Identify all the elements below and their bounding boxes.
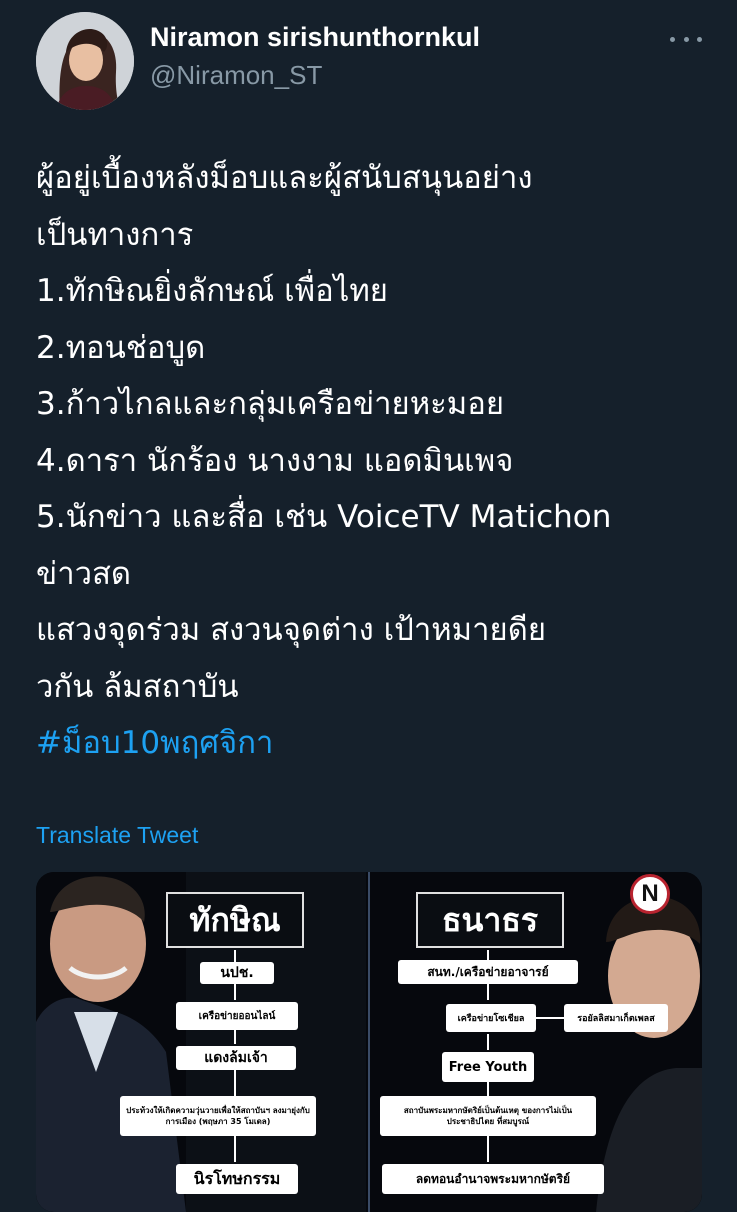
diagram-box: Free Youth xyxy=(442,1052,534,1082)
diagram-box: เครือข่ายออนไลน์ xyxy=(176,1002,298,1030)
tweet-text: ผู้อยู่เบื้องหลังม็อบและผู้สนับสนุนอย่าง… xyxy=(36,150,716,772)
tweet-line: แสวงจุดร่วม สงวนจุดต่าง เป้าหมายดีย xyxy=(36,612,546,648)
diagram-box: นปช. xyxy=(200,962,274,984)
profile-photo xyxy=(36,12,134,110)
infographic-background xyxy=(36,872,702,1212)
diagram-box: สนท./เครือข่ายอาจารย์ xyxy=(398,960,578,984)
author-handle[interactable]: @Niramon_ST xyxy=(150,60,322,91)
tweet-line: 5.นักข่าว และสื่อ เช่น VoiceTV Matichon xyxy=(36,499,612,535)
hashtag-link[interactable]: #ม็อบ10พฤศจิกา xyxy=(36,715,716,772)
diagram-box: รอยัลลิสมาเก็ตเพลส xyxy=(564,1004,668,1032)
diagram-box: นิรโทษกรรม xyxy=(176,1164,298,1194)
tweet-line: ผู้อยู่เบื้องหลังม็อบและผู้สนับสนุนอย่าง xyxy=(36,160,533,196)
tweet-line: 3.ก้าวไกลและกลุ่มเครือข่ายหะมอย xyxy=(36,386,505,422)
diagram-box: ประท้วงให้เกิดความวุ่นวายเพื่อให้สถาบันฯ… xyxy=(120,1096,316,1136)
diagram-box: ลดทอนอำนาจพระมหากษัตริย์ xyxy=(382,1164,604,1194)
diagram-box: แดงล้มเจ้า xyxy=(176,1046,296,1070)
news-logo-icon: N xyxy=(630,874,670,914)
tweet-line: 1.ทักษิณยิ่งลักษณ์ เพื่อไทย xyxy=(36,273,388,309)
tweet-line: 4.ดารา นักร้อง นางงาม แอดมินเพจ xyxy=(36,442,514,479)
avatar[interactable] xyxy=(36,12,134,110)
tweet-line: เป็นทางการ xyxy=(36,216,194,253)
dot xyxy=(697,36,702,42)
tweet-line: วกัน ล้มสถาบัน xyxy=(36,668,239,705)
tweet-header: Niramon sirishunthornkul @Niramon_ST xyxy=(0,0,737,120)
right-column-title: ธนาธร xyxy=(416,892,564,948)
dot xyxy=(670,36,675,42)
dot xyxy=(683,36,689,42)
more-options-icon[interactable] xyxy=(664,24,708,54)
diagram-box: เครือข่ายโซเชียล xyxy=(446,1004,536,1032)
left-column-title: ทักษิณ xyxy=(166,892,304,948)
diagram-box: สถาบันพระมหากษัตริย์เป็นต้นเหตุ ของการไม… xyxy=(380,1096,596,1136)
translate-tweet-link[interactable]: Translate Tweet xyxy=(36,822,198,849)
tweet-line: ข่าวสด xyxy=(36,555,132,592)
tweet-image[interactable]: N ทักษิณ นปช. เครือข่ายออนไลน์ แดงล้มเจ้… xyxy=(36,872,702,1212)
tweet-line: 2.ทอนช่อบูด xyxy=(36,329,206,366)
author-display-name[interactable]: Niramon sirishunthornkul xyxy=(150,22,480,53)
